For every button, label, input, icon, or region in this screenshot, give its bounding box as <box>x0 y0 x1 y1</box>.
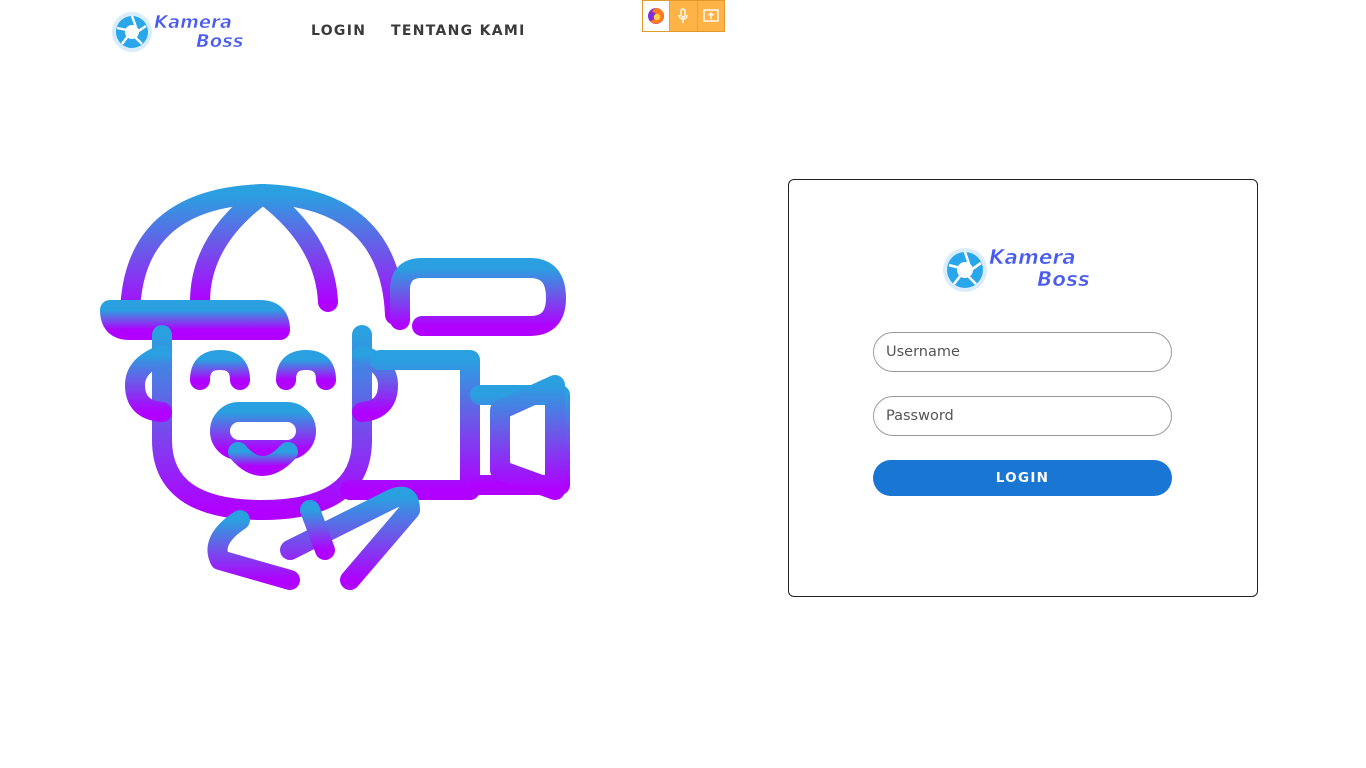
nav-about-link[interactable]: TENTANG KAMI <box>391 23 526 39</box>
page: Kamera Boss LOGIN TENTANG KAMI Kamera Bo… <box>0 0 1366 768</box>
nav-login-link[interactable]: LOGIN <box>311 23 366 39</box>
cameraman-pig-icon <box>100 184 570 590</box>
username-input[interactable] <box>873 332 1172 372</box>
logo-text-line2: Boss <box>196 31 244 52</box>
cameraman-illustration <box>90 180 580 592</box>
password-input[interactable] <box>873 396 1172 436</box>
logo-text-line1: Kamera <box>989 245 1076 269</box>
navbar: Kamera Boss LOGIN TENTANG KAMI <box>0 0 1366 64</box>
sharing-indicator-toolbar <box>642 0 725 32</box>
firefox-icon[interactable] <box>643 1 671 31</box>
aperture-icon <box>112 12 152 52</box>
login-button[interactable]: LOGIN <box>873 460 1172 496</box>
logo-text-line1: Kamera <box>154 12 232 33</box>
logo-text-line2: Boss <box>1037 267 1090 291</box>
login-card: Kamera Boss LOGIN <box>788 179 1258 597</box>
card-logo: Kamera Boss <box>939 240 1099 296</box>
site-logo[interactable]: Kamera Boss <box>108 6 248 56</box>
aperture-icon <box>943 248 987 292</box>
screen-share-icon[interactable] <box>698 1 724 31</box>
microphone-icon[interactable] <box>670 1 698 31</box>
